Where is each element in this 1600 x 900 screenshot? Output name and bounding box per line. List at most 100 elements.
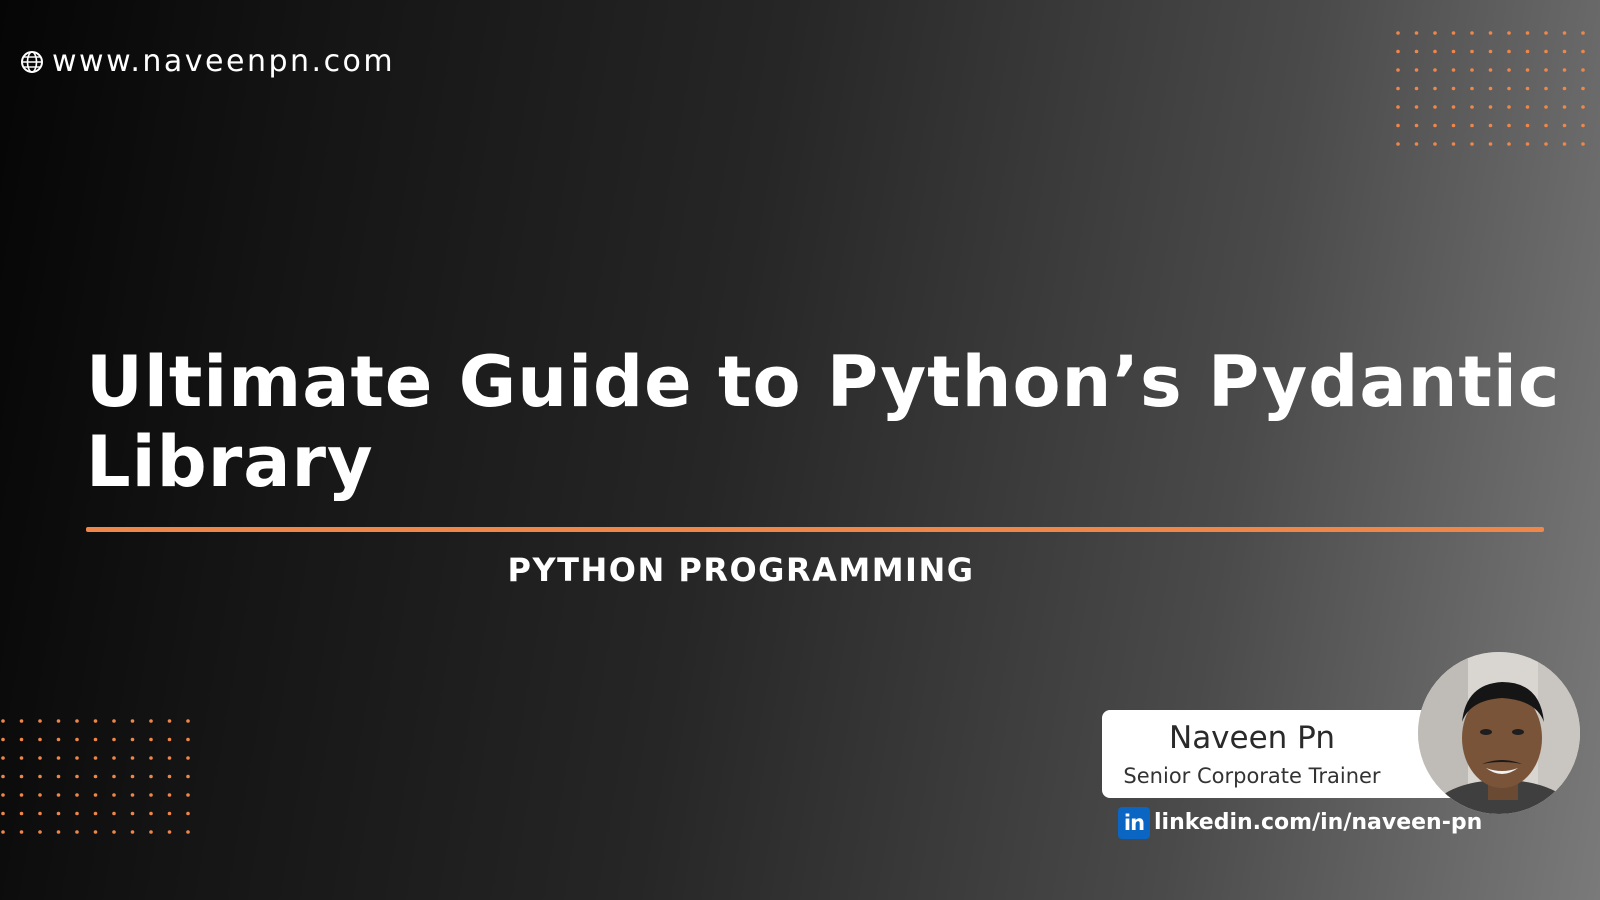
decorative-dot [130,756,135,760]
decorative-dot [1544,49,1548,54]
decorative-dot [112,756,116,760]
decorative-dot [1470,31,1474,35]
decorative-dot [1451,49,1456,54]
avatar [1418,652,1580,814]
banner: www.naveenpn.com Ultimate Guide to Pytho… [0,0,1600,900]
decorative-dot [1507,49,1511,54]
decorative-dot [1525,105,1530,109]
decorative-dot [1451,31,1456,35]
decorative-dot [1451,68,1456,72]
decorative-dot [1396,86,1400,91]
globe-icon [21,51,43,73]
decorative-dot [19,737,24,742]
decorative-dot [75,719,79,723]
decorative-dot [1,811,5,816]
decorative-dot [1581,123,1585,128]
avatar-portrait [1418,652,1580,814]
decorative-dot [93,793,98,797]
decorative-dot [1,830,5,834]
decorative-dot [1433,86,1437,91]
decorative-dot [1525,86,1530,91]
decorative-dot [1414,68,1419,72]
decorative-dot [1507,31,1511,35]
author-name: Naveen Pn [1169,720,1335,756]
decorative-dot [1525,123,1530,128]
decorative-dot [130,737,135,742]
decorative-dot [1451,142,1456,146]
decorative-dot [1525,49,1530,54]
decorative-dot [1451,105,1456,109]
decorative-dot [75,793,79,797]
decorative-dot [1562,49,1567,54]
decorative-dot [1396,123,1400,128]
decorative-dot [112,830,116,834]
decorative-dot [1396,31,1400,35]
decorative-dot [19,774,24,779]
linkedin-link[interactable]: in linkedin.com/in/naveen-pn [1118,806,1482,840]
decorative-dot [167,811,172,816]
decorative-dot [186,830,190,834]
decorative-dot [1507,86,1511,91]
decorative-dot [1414,123,1419,128]
decorative-dot [19,756,24,760]
decorative-dot [1562,68,1567,72]
decorative-dot [1451,123,1456,128]
decorative-dot [149,811,153,816]
decorative-dot [1470,142,1474,146]
decorative-dot [1525,68,1530,72]
decorative-dot [1433,31,1437,35]
decorative-dot [1470,123,1474,128]
decorative-dot [167,719,172,723]
decorative-dot [1414,142,1419,146]
decorative-dot [1,756,5,760]
decorative-dot [149,774,153,779]
website-text[interactable]: www.naveenpn.com [52,42,395,82]
decorative-dot [112,811,116,816]
decorative-dot [149,793,153,797]
decorative-dot [1488,105,1493,109]
decorative-dot [1507,123,1511,128]
decorative-dot [38,756,42,760]
linkedin-icon: in [1118,807,1150,839]
decorative-dot [38,737,42,742]
decorative-dot [186,774,190,779]
decorative-dot [93,756,98,760]
decorative-dot [75,830,79,834]
decorative-dot [1562,86,1567,91]
decorative-dot [167,756,172,760]
decorative-dot [1,719,5,723]
decorative-dot [1470,49,1474,54]
decorative-dot [1,793,5,797]
decorative-dot [38,719,42,723]
decorative-dot [1507,105,1511,109]
decorative-dot [19,793,24,797]
decorative-dot [19,719,24,723]
decorative-dot [112,774,116,779]
decorative-dot [1544,142,1548,146]
decorative-dot [1488,86,1493,91]
decorative-dot [1396,68,1400,72]
decorative-dot [1562,142,1567,146]
decorative-dot [56,811,61,816]
website-link[interactable]: www.naveenpn.com [20,42,395,82]
title-divider [86,527,1544,532]
decorative-dot [1581,86,1585,91]
decorative-dot [93,830,98,834]
decorative-dot [186,793,190,797]
decorative-dot [1,774,5,779]
author-role: Senior Corporate Trainer [1123,764,1381,788]
decorative-dot [1488,142,1493,146]
decorative-dot [1414,105,1419,109]
decorative-dot [1525,142,1530,146]
decorative-dot [1544,31,1548,35]
linkedin-url[interactable]: linkedin.com/in/naveen-pn [1154,806,1482,840]
decorative-dot [1,737,5,742]
decorative-dot [149,830,153,834]
decorative-dot [186,719,190,723]
decorative-dot [19,830,24,834]
decorative-dot [1581,68,1585,72]
decorative-dot [93,719,98,723]
decorative-dot [149,737,153,742]
decorative-dot [75,737,79,742]
decorative-dot [38,830,42,834]
